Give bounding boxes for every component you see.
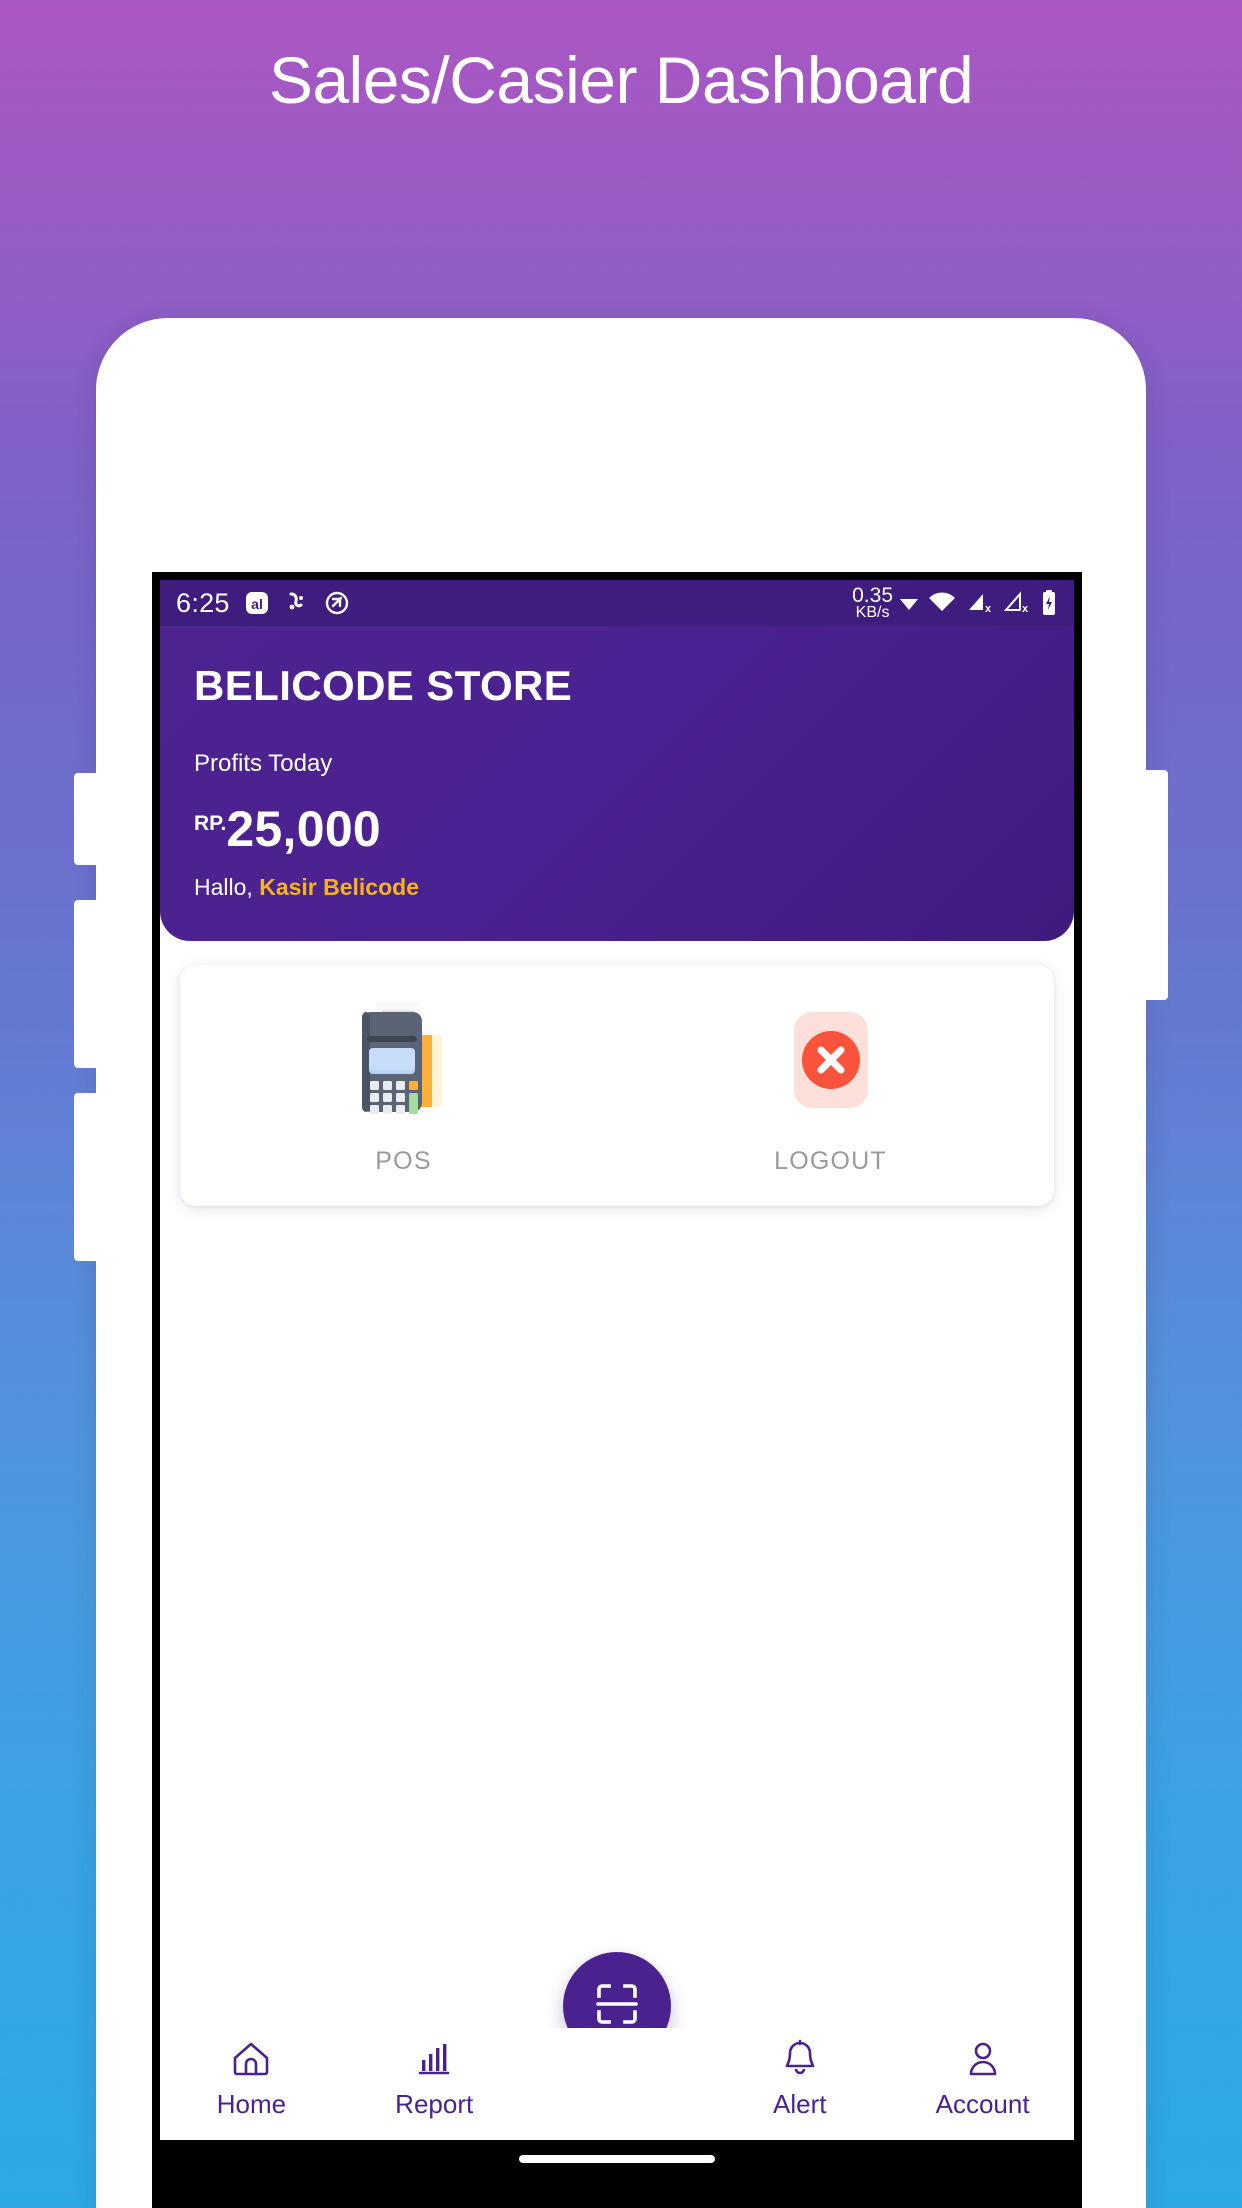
network-speed-value: 0.35 (852, 583, 893, 607)
phone-side-button-top-left (74, 773, 100, 865)
nav-label-alert: Alert (773, 2089, 827, 2119)
status-bar-left: 6:25 al (176, 588, 351, 619)
status-bar-clock: 6:25 (176, 587, 230, 618)
profits-today-label: Profits Today (194, 750, 333, 777)
phone-volume-up-button (74, 900, 100, 1068)
network-speed-unit: KB/s (855, 604, 890, 622)
svg-text:x: x (1022, 603, 1029, 615)
page-title: Sales/Casier Dashboard (268, 43, 974, 117)
home-indicator[interactable] (519, 2155, 715, 2163)
nav-item-report[interactable]: Report (343, 2038, 526, 2120)
store-name: BELICODE STORE (194, 662, 573, 709)
chevron-down-icon (900, 599, 918, 611)
app-header: BELICODE STORE Profits Today RP. 25,000 … (160, 626, 1074, 941)
notification-icon (284, 590, 310, 616)
barcode-scan-icon (591, 1978, 643, 2035)
amount-value: 25,000 (226, 801, 382, 857)
person-icon (961, 2038, 1005, 2083)
phone-power-button (1142, 770, 1168, 1000)
pos-terminal-icon (340, 997, 468, 1125)
bottom-navigation-bar: Home Report Alert Account (160, 2028, 1074, 2140)
phone-volume-down-button (74, 1093, 100, 1261)
currency-label: RP. (194, 812, 227, 835)
network-speed-indicator: 0.35 KB/s (852, 583, 893, 622)
greeting-username: Kasir Belicode (259, 874, 419, 900)
nav-label-home: Home (216, 2089, 287, 2119)
action-pos[interactable]: POS (190, 997, 617, 1176)
signal-no-sim-icon: x (966, 590, 994, 616)
action-logout[interactable]: LOGOUT (617, 997, 1044, 1176)
action-label-pos: POS (375, 1147, 432, 1175)
signal-off-icon: x (1003, 590, 1031, 616)
nav-item-home[interactable]: Home (160, 2038, 343, 2120)
action-label-logout: LOGOUT (774, 1147, 887, 1175)
battery-charging-icon (1040, 589, 1058, 617)
home-indicator-area (160, 2140, 1074, 2178)
phone-screen: 6:25 al 0.35 KB/s x x BELICODE STORE Pro… (160, 580, 1074, 2178)
nav-label-report: Report (395, 2089, 474, 2119)
svg-text:al: al (251, 596, 263, 612)
logout-x-icon (767, 997, 895, 1125)
app-badge-icon: al (243, 589, 271, 617)
home-icon (229, 2038, 273, 2083)
nav-item-alert[interactable]: Alert (708, 2038, 891, 2120)
phone-screen-bezel: 6:25 al 0.35 KB/s x x BELICODE STORE Pro… (152, 572, 1082, 2208)
greeting: Hallo, Kasir Belicode (194, 874, 1040, 901)
quick-actions-card: POS LOGOUT (180, 965, 1054, 1206)
nav-item-account[interactable]: Account (891, 2038, 1074, 2120)
profits-amount: RP. 25,000 (194, 800, 1040, 858)
nav-label-account: Account (935, 2089, 1030, 2119)
bell-icon (778, 2038, 822, 2083)
status-bar-right: 0.35 KB/s x x (852, 583, 1058, 622)
do-not-disturb-icon (323, 589, 351, 617)
svg-text:x: x (985, 603, 992, 615)
status-bar: 6:25 al 0.35 KB/s x x (160, 580, 1074, 626)
bar-chart-icon (412, 2038, 456, 2083)
wifi-icon (927, 591, 957, 615)
greeting-prefix: Hallo, (194, 874, 253, 900)
